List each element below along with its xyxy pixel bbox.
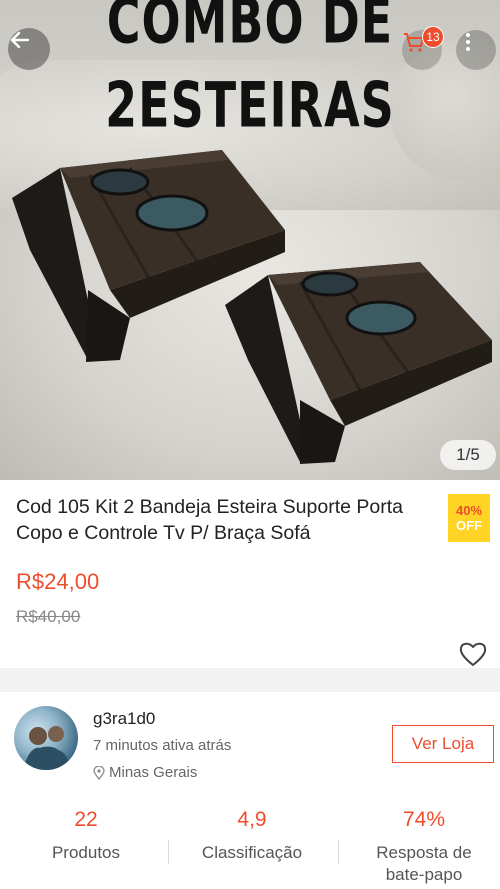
tray-illustration (12, 150, 492, 464)
stat-rating-value: 4,9 (237, 808, 267, 831)
discount-off-label: OFF (456, 518, 482, 533)
more-options-button[interactable] (456, 30, 496, 70)
favorite-button[interactable] (458, 640, 488, 668)
stat-products-value: 22 (74, 808, 98, 831)
more-vertical-icon (466, 33, 470, 51)
discount-badge: 40% OFF (448, 494, 490, 542)
product-image-carousel[interactable]: COMBO DE 2ESTEIRAS 13 1/5 (0, 0, 500, 480)
stat-chat-response-label: Resposta de bate-papo (376, 843, 472, 884)
back-button[interactable] (8, 28, 50, 70)
avatar-photo (24, 726, 70, 770)
arrow-left-icon (10, 31, 30, 49)
seller-last-active: 7 minutos ativa atrás (93, 737, 232, 754)
stat-rating[interactable]: 4,9 Classificação (190, 808, 314, 864)
seller-name[interactable]: g3ra1d0 (93, 709, 155, 729)
tray-right (225, 262, 492, 464)
stat-products[interactable]: 22 Produtos (24, 808, 148, 864)
view-shop-button[interactable]: Ver Loja (392, 725, 494, 763)
heart-icon (459, 642, 487, 666)
seller-avatar[interactable] (14, 706, 78, 770)
cart-count-badge: 13 (422, 26, 444, 48)
product-price: R$24,00 (16, 569, 100, 594)
stat-divider (168, 840, 169, 864)
stat-chat-response-value: 74% (402, 808, 446, 831)
seller-location-text: Minas Gerais (109, 764, 198, 781)
seller-location: Minas Gerais (93, 764, 197, 781)
original-price: R$40,00 (16, 607, 81, 626)
stat-chat-response[interactable]: 74% Resposta de bate-papo (360, 808, 488, 886)
discount-percent: 40% (455, 503, 483, 518)
stat-divider (338, 840, 339, 864)
image-counter: 1/5 (440, 440, 496, 470)
stat-products-label: Produtos (51, 843, 121, 862)
section-divider (0, 668, 500, 692)
stat-rating-label: Classificação (201, 843, 303, 862)
product-title: Cod 105 Kit 2 Bandeja Esteira Suporte Po… (16, 496, 403, 544)
location-pin-icon (93, 765, 105, 780)
